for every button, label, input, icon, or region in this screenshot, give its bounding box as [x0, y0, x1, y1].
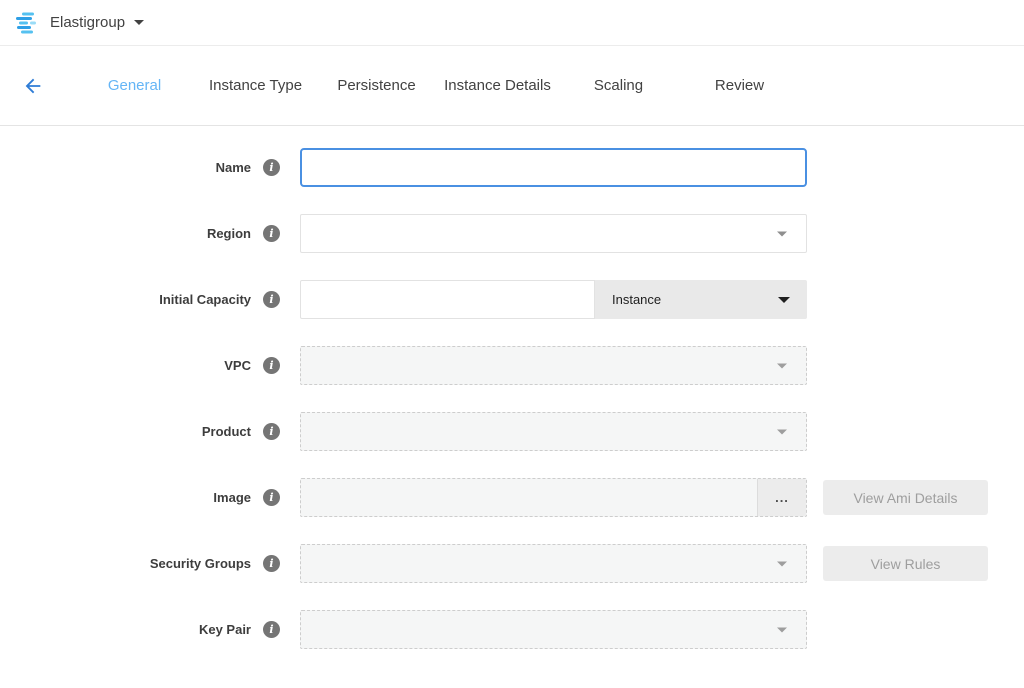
tab-instance-type[interactable]: Instance Type: [195, 71, 316, 100]
vpc-field-row: VPC i: [0, 346, 1024, 385]
back-button[interactable]: [20, 73, 46, 99]
tab-instance-details[interactable]: Instance Details: [437, 71, 558, 100]
product-label: Product: [202, 424, 251, 439]
key-pair-label: Key Pair: [199, 622, 251, 637]
general-settings-form: Name i Region i Initial Capacity i Insta…: [0, 126, 1024, 649]
region-select[interactable]: [300, 214, 807, 253]
vpc-select: [300, 346, 807, 385]
product-select: [300, 412, 807, 451]
image-browse-button[interactable]: ...: [757, 479, 806, 516]
capacity-unit-select[interactable]: Instance: [595, 280, 807, 319]
top-bar: Elastigroup: [0, 0, 1024, 46]
vpc-info-icon[interactable]: i: [263, 357, 280, 374]
tab-persistence[interactable]: Persistence: [316, 71, 437, 100]
chevron-down-icon: [777, 231, 787, 236]
product-field-row: Product i: [0, 412, 1024, 451]
chevron-down-icon: [777, 561, 787, 566]
chevron-down-icon: [134, 20, 144, 25]
wizard-tabs: General Instance Type Persistence Instan…: [74, 71, 800, 100]
image-input-group: ...: [300, 478, 807, 517]
name-info-icon[interactable]: i: [263, 159, 280, 176]
image-field-row: Image i ... View Ami Details: [0, 478, 1024, 517]
name-input[interactable]: [300, 148, 807, 187]
image-input: [301, 479, 757, 516]
chevron-down-icon: [777, 363, 787, 368]
key-pair-select: [300, 610, 807, 649]
security-groups-field-row: Security Groups i View Rules: [0, 544, 1024, 583]
name-field-row: Name i: [0, 148, 1024, 187]
region-info-icon[interactable]: i: [263, 225, 280, 242]
initial-capacity-field-row: Initial Capacity i Instance: [0, 280, 1024, 319]
region-field-row: Region i: [0, 214, 1024, 253]
chevron-down-icon: [777, 429, 787, 434]
arrow-left-icon: [22, 75, 44, 97]
initial-capacity-label: Initial Capacity: [159, 292, 251, 307]
tab-general[interactable]: General: [74, 71, 195, 100]
chevron-down-icon: [777, 627, 787, 632]
security-groups-select: [300, 544, 807, 583]
image-label: Image: [213, 490, 251, 505]
tab-scaling[interactable]: Scaling: [558, 71, 679, 100]
wizard-tab-bar: General Instance Type Persistence Instan…: [0, 46, 1024, 126]
name-label: Name: [216, 160, 251, 175]
vpc-label: VPC: [224, 358, 251, 373]
security-groups-info-icon[interactable]: i: [263, 555, 280, 572]
elastigroup-logo-icon: [14, 11, 40, 35]
key-pair-info-icon[interactable]: i: [263, 621, 280, 638]
chevron-down-icon: [778, 297, 790, 303]
capacity-unit-value: Instance: [612, 292, 661, 307]
initial-capacity-input[interactable]: [300, 280, 595, 319]
app-title: Elastigroup: [50, 14, 125, 31]
view-rules-button[interactable]: View Rules: [823, 546, 988, 581]
tab-review[interactable]: Review: [679, 71, 800, 100]
image-info-icon[interactable]: i: [263, 489, 280, 506]
view-ami-details-button[interactable]: View Ami Details: [823, 480, 988, 515]
region-label: Region: [207, 226, 251, 241]
initial-capacity-info-icon[interactable]: i: [263, 291, 280, 308]
product-info-icon[interactable]: i: [263, 423, 280, 440]
security-groups-label: Security Groups: [150, 556, 251, 571]
key-pair-field-row: Key Pair i: [0, 610, 1024, 649]
product-switcher[interactable]: Elastigroup: [14, 11, 144, 35]
